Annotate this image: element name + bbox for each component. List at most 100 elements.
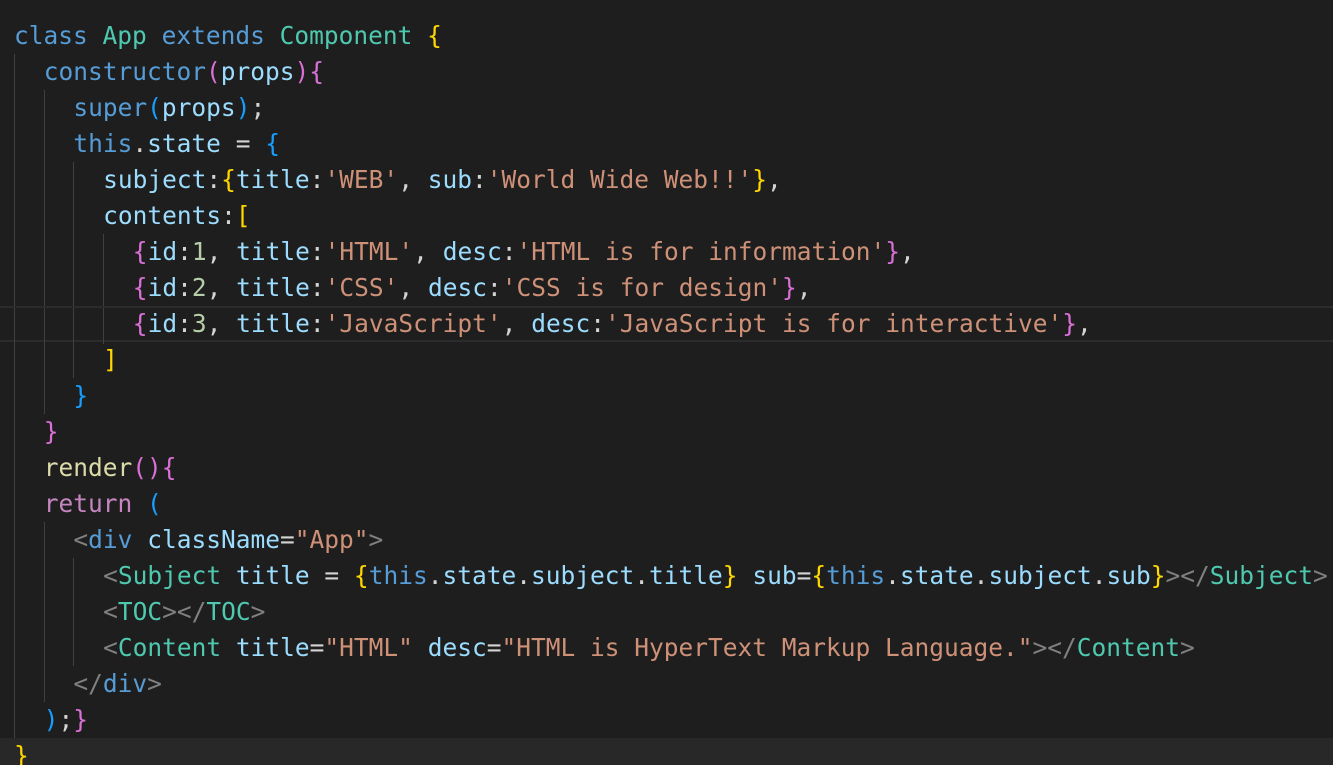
code-token: constructor <box>43 57 206 86</box>
code-line[interactable]: {id:2, title:'CSS', desc:'CSS is for des… <box>0 270 1333 306</box>
code-token: < <box>103 597 118 626</box>
code-token: : <box>221 201 236 230</box>
code-line[interactable]: <Content title="HTML" desc="HTML is Hype… <box>0 630 1333 666</box>
code-token: 'WEB' <box>324 165 399 194</box>
code-token: props <box>161 93 236 122</box>
code-token: , <box>796 273 812 302</box>
code-line[interactable]: return ( <box>0 486 1333 522</box>
indent-guide <box>73 270 75 306</box>
code-line[interactable]: </div> <box>0 666 1333 702</box>
code-token: sub <box>1106 561 1151 590</box>
indent-guide <box>14 126 15 162</box>
code-token: extends <box>161 21 265 50</box>
code-token: subject <box>531 561 635 590</box>
code-token: : <box>309 165 325 194</box>
code-token: title <box>235 165 310 194</box>
code-token: . <box>885 561 900 590</box>
code-token: = <box>309 561 354 590</box>
code-token: ) <box>43 705 59 734</box>
code-token: . <box>132 129 148 158</box>
code-line[interactable]: <Subject title = {this.state.subject.tit… <box>0 558 1333 594</box>
code-token: state <box>442 561 517 590</box>
code-line[interactable]: } <box>0 414 1333 450</box>
indent-guide <box>14 270 15 306</box>
code-token: : <box>309 309 325 338</box>
indent-guide <box>14 198 15 234</box>
code-token: : <box>206 165 222 194</box>
code-token: , <box>1077 309 1092 338</box>
code-line[interactable]: {id:1, title:'HTML', desc:'HTML is for i… <box>0 234 1333 270</box>
code-token: state <box>899 561 974 590</box>
code-token: . <box>634 561 650 590</box>
code-token: "HTML is HyperText Markup Language." <box>501 633 1033 662</box>
code-token: 1 <box>191 237 207 266</box>
code-token: > <box>1180 633 1195 662</box>
code-token: < <box>103 561 118 590</box>
code-token: </ <box>73 669 103 698</box>
indent-guide <box>43 198 45 234</box>
code-token: ] <box>103 345 118 374</box>
code-line[interactable]: {id:3, title:'JavaScript', desc:'JavaScr… <box>0 306 1333 344</box>
code-line[interactable]: contents:[ <box>0 198 1333 234</box>
code-line[interactable]: this.state = { <box>0 126 1333 162</box>
code-token: { <box>811 561 827 590</box>
code-line[interactable]: ] <box>0 342 1333 378</box>
indent-guide <box>14 308 15 344</box>
indent-guide <box>14 702 15 738</box>
code-token: . <box>427 561 443 590</box>
code-token: this <box>826 561 886 590</box>
code-token: ) <box>294 57 310 86</box>
code-token: ( <box>205 57 221 86</box>
code-token: 'JavaScript' <box>324 309 502 338</box>
code-token: { <box>132 309 148 338</box>
code-token: : <box>486 273 502 302</box>
code-token: : <box>177 237 192 266</box>
code-token: sub <box>752 561 797 590</box>
code-line[interactable]: constructor(props){ <box>0 54 1333 90</box>
code-token: App <box>102 21 147 50</box>
code-line[interactable]: );} <box>0 702 1333 738</box>
code-token: title <box>235 633 310 662</box>
code-token: subject <box>103 165 207 194</box>
code-token: "App" <box>294 525 369 554</box>
code-line[interactable]: class App extends Component { <box>0 18 1333 54</box>
code-token: title <box>236 273 310 302</box>
code-token: = <box>309 633 325 662</box>
indent-guide <box>14 630 15 666</box>
code-token: this <box>73 129 133 158</box>
indent-guide <box>14 450 15 486</box>
code-line[interactable]: super(props); <box>0 90 1333 126</box>
code-token: { <box>132 237 148 266</box>
indent-guide <box>14 522 15 558</box>
code-lines[interactable]: class App extends Component {constructor… <box>0 18 1333 765</box>
code-token: < <box>103 633 118 662</box>
indent-guide <box>43 630 45 666</box>
code-token: } <box>43 417 59 446</box>
code-token: ; <box>58 705 74 734</box>
code-editor[interactable]: class App extends Component {constructor… <box>0 0 1333 765</box>
code-token: ) <box>235 93 251 122</box>
indent-guide <box>43 522 45 558</box>
indent-guide <box>43 90 45 126</box>
code-line[interactable]: render(){ <box>0 450 1333 486</box>
code-line[interactable]: } <box>0 378 1333 414</box>
indent-guide <box>103 270 105 306</box>
code-token: { <box>161 453 177 482</box>
indent-guide <box>103 308 105 344</box>
code-line[interactable]: <div className="App"> <box>0 522 1333 558</box>
code-token: : <box>590 309 605 338</box>
code-token: , <box>398 165 428 194</box>
code-line[interactable]: <TOC></TOC> <box>0 594 1333 630</box>
indent-guide <box>14 162 15 198</box>
indent-guide <box>73 594 75 630</box>
code-line[interactable]: } <box>0 738 1333 765</box>
code-token: title <box>236 309 310 338</box>
indent-guide <box>103 234 105 270</box>
indent-guide <box>43 378 45 414</box>
code-token: Subject <box>1209 561 1314 590</box>
code-line[interactable]: subject:{title:'WEB', sub:'World Wide We… <box>0 162 1333 198</box>
code-token: "HTML" <box>324 633 413 662</box>
code-token: { <box>221 165 236 194</box>
